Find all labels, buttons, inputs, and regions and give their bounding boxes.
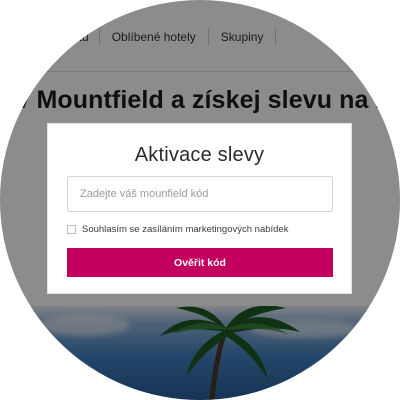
modal-title: Aktivace slevy [134, 144, 265, 166]
marketing-consent[interactable]: Souhlasím se zasíláním marketingových na… [67, 222, 288, 236]
verify-code-button[interactable]: Ověřit kód [67, 248, 333, 277]
marketing-consent-checkbox[interactable] [67, 224, 76, 234]
mountfield-code-input[interactable] [67, 176, 333, 212]
discount-activation-modal: Aktivace slevy Souhlasím se zasíláním ma… [47, 123, 352, 294]
circular-viewport: ...vení účtu Oblíbené hotely Skupiny o v… [0, 0, 400, 400]
marketing-consent-label[interactable]: Souhlasím se zasíláním marketingových na… [82, 224, 288, 235]
